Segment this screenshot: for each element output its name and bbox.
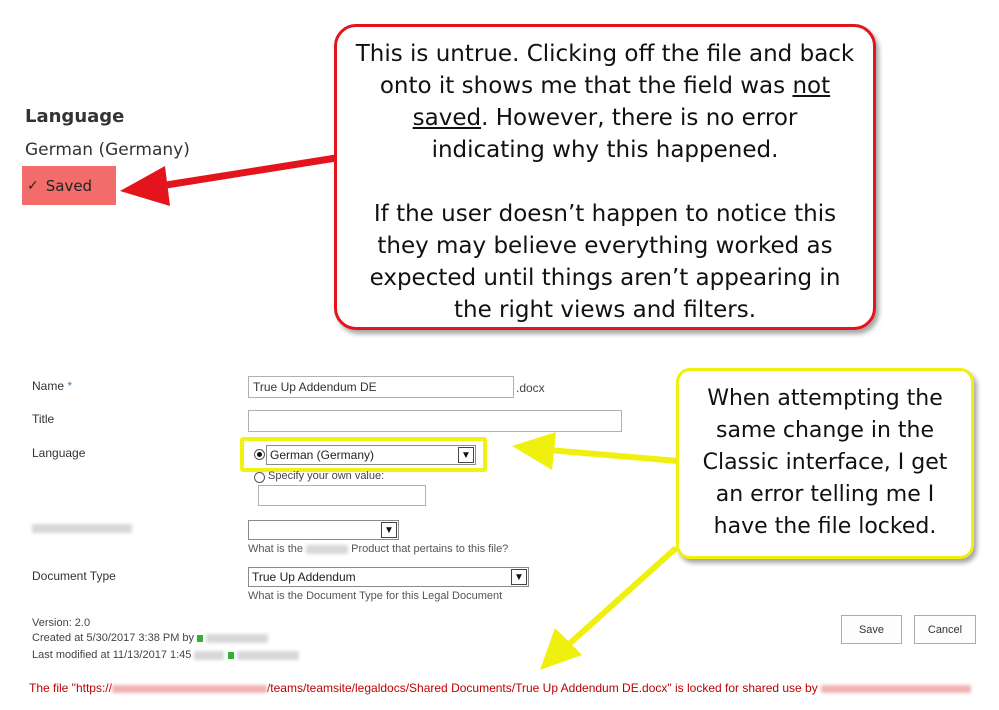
error-text: The file "https:// [29, 681, 112, 695]
presence-icon [197, 634, 204, 642]
chevron-down-icon[interactable]: ▼ [381, 522, 397, 538]
yellow-highlight-box [240, 437, 487, 472]
specify-own-radio[interactable] [254, 472, 265, 483]
locked-error-message: The file "https:// /teams/teamsite/legald… [29, 681, 972, 695]
yellow-arrow-head [512, 432, 556, 470]
saved-status-badge: ✓ Saved [22, 166, 116, 205]
doctype-hint: What is the Document Type for this Legal… [248, 590, 503, 602]
red-annotation-callout: This is untrue. Clicking off the file an… [334, 24, 876, 330]
yellow-annotation-callout: When attempting the same change in the C… [676, 368, 974, 559]
cancel-button[interactable]: Cancel [914, 615, 976, 644]
hint-text: Product that pertains to this file? [351, 543, 509, 555]
product-select[interactable]: ▼ [248, 520, 399, 540]
red-arrow-head [120, 166, 170, 206]
modified-text: Last modified at 11/13/2017 1:45 [32, 649, 299, 661]
product-hint: What is the Product that pertains to thi… [248, 543, 508, 555]
language-label: Language [32, 446, 86, 460]
doctype-select[interactable]: True Up Addendum ▼ [248, 567, 529, 587]
file-extension: .docx [516, 381, 545, 395]
created-label: Created at 5/30/2017 3:38 PM by [32, 632, 195, 644]
callout-text: This is untrue. Clicking off the file an… [355, 41, 855, 99]
saved-label: Saved [45, 176, 93, 195]
title-input[interactable] [248, 410, 622, 432]
yellow-arrow-head [540, 628, 582, 670]
callout-paragraph-2: If the user doesn’t happen to notice thi… [369, 201, 841, 323]
specify-own-input[interactable] [258, 485, 426, 506]
version-text: Version: 2.0 [32, 617, 91, 629]
specify-own-label: Specify your own value: [268, 470, 385, 482]
hint-text: What is the [248, 543, 304, 555]
language-value[interactable]: German (Germany) [25, 140, 190, 160]
presence-icon [227, 651, 234, 659]
name-input[interactable]: True Up Addendum DE [248, 376, 514, 398]
checkmark-icon: ✓ [27, 177, 39, 194]
callout-text: . However, there is no error indicating … [431, 105, 798, 163]
save-button[interactable]: Save [841, 615, 902, 644]
yellow-arrow [547, 447, 679, 464]
created-text: Created at 5/30/2017 3:38 PM by [32, 632, 269, 644]
product-label [32, 521, 132, 535]
language-heading: Language [25, 106, 125, 127]
yellow-arrow [565, 545, 679, 648]
required-mark: * [64, 379, 73, 393]
red-arrow [159, 154, 337, 190]
title-label: Title [32, 412, 55, 426]
doctype-selected-value: True Up Addendum [252, 570, 356, 584]
error-text: /teams/teamsite/legaldocs/Shared Documen… [266, 681, 818, 695]
modified-label: Last modified at 11/13/2017 1:45 [32, 649, 192, 661]
callout-paragraph-1: This is untrue. Clicking off the file an… [355, 38, 855, 166]
doctype-label: Document Type [32, 569, 116, 583]
chevron-down-icon[interactable]: ▼ [511, 569, 527, 585]
name-label: Name * [32, 379, 73, 393]
